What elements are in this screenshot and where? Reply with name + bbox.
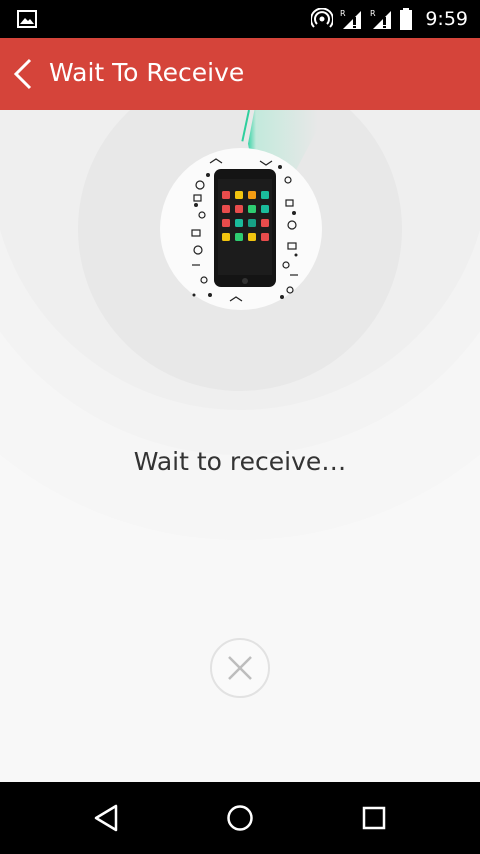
app-bar: Wait To Receive <box>0 38 480 110</box>
chevron-left-icon[interactable] <box>10 56 40 92</box>
recents-button[interactable] <box>354 800 394 836</box>
clock: 9:59 <box>425 8 468 30</box>
close-icon <box>228 656 252 680</box>
page-title: Wait To Receive <box>49 58 245 87</box>
svg-text:R: R <box>340 9 346 18</box>
hotspot-icon <box>311 8 334 28</box>
receive-panel: Wait to receive… <box>0 110 480 782</box>
status-bar: R R 9:59 <box>0 0 480 38</box>
back-triangle-icon <box>94 804 118 832</box>
navigation-bar <box>0 782 480 854</box>
home-circle-icon <box>227 805 253 831</box>
back-button[interactable] <box>86 800 126 836</box>
recents-square-icon <box>362 806 386 830</box>
cancel-button[interactable] <box>210 638 270 698</box>
battery-icon <box>400 8 413 30</box>
phone-illustration <box>191 158 298 302</box>
status-icons: R R 9:59 <box>311 0 468 38</box>
status-message: Wait to receive… <box>133 447 347 476</box>
gallery-icon <box>17 10 37 28</box>
signal-r-icon: R <box>370 9 392 29</box>
signal-r-icon: R <box>340 9 362 29</box>
svg-text:R: R <box>370 9 376 18</box>
home-button[interactable] <box>220 800 260 836</box>
